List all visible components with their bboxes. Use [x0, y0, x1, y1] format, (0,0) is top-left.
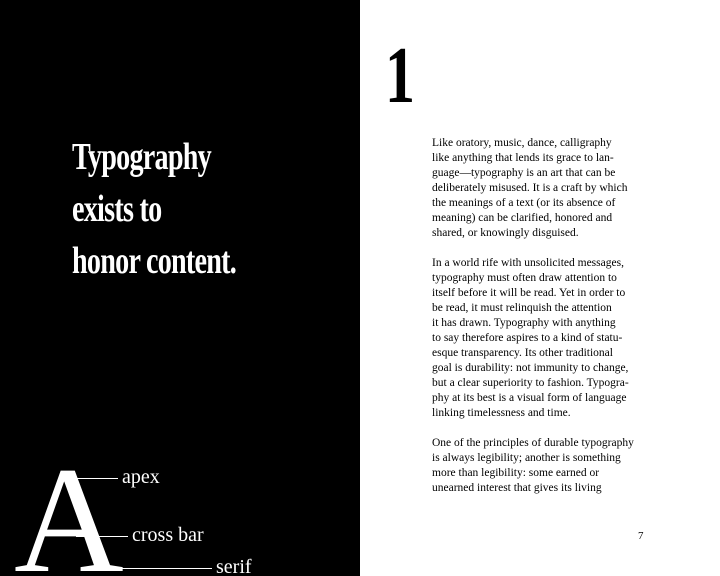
- text-line: deliberately misused. It is a craft by w…: [432, 182, 628, 194]
- text-line: like anything that lends its grace to la…: [432, 152, 614, 164]
- apex-label: apex: [122, 466, 160, 488]
- headline-line: exists to: [72, 188, 162, 230]
- text-line: In a world rife with unsolicited message…: [432, 257, 624, 269]
- text-line: the meanings of a text (or its absence o…: [432, 197, 616, 209]
- paragraph: In a world rife with unsolicited message…: [432, 256, 662, 421]
- page-number: 7: [638, 530, 644, 542]
- text-line: unearned interest that gives its living: [432, 482, 602, 494]
- paragraph: One of the principles of durable typogra…: [432, 436, 662, 496]
- text-line: esque transparency. Its other traditiona…: [432, 347, 613, 359]
- text-line: it has drawn. Typography with anything: [432, 317, 616, 329]
- text-line: be read, it must relinquish the attentio…: [432, 302, 612, 314]
- text-line: more than legibility: some earned or: [432, 467, 600, 479]
- left-page: Typography exists to honor content. A ap…: [0, 0, 360, 576]
- letter-anatomy-glyph: A: [14, 436, 124, 576]
- right-page: 1 Like oratory, music, dance, calligraph…: [360, 0, 720, 576]
- text-line: One of the principles of durable typogra…: [432, 437, 634, 449]
- cross-bar-leader-line: [76, 536, 128, 537]
- text-line: typography must often draw attention to: [432, 272, 617, 284]
- text-line: is always legibility; another is somethi…: [432, 452, 621, 464]
- text-line: shared, or knowingly disguised.: [432, 227, 579, 239]
- text-line: guage—typography is an art that can be: [432, 167, 616, 179]
- serif-leader-line: [98, 568, 212, 569]
- text-line: meaning) can be clarified, honored and: [432, 212, 613, 224]
- text-line: linking timelessness and time.: [432, 407, 571, 419]
- text-line: itself before it will be read. Yet in or…: [432, 287, 626, 299]
- chapter-number: 1: [385, 32, 415, 120]
- text-line: Like oratory, music, dance, calligraphy: [432, 137, 612, 149]
- text-line: goal is durability: not immunity to chan…: [432, 362, 629, 374]
- text-line: to say therefore aspires to a kind of st…: [432, 332, 623, 344]
- headline-line: honor content.: [72, 240, 237, 282]
- paragraph: Like oratory, music, dance, calligraphy …: [432, 136, 662, 241]
- headline-line: Typography: [72, 136, 212, 178]
- headline: Typography exists to honor content.: [72, 131, 237, 287]
- text-line: phy at its best is a visual form of lang…: [432, 392, 627, 404]
- apex-leader-line: [66, 478, 118, 479]
- body-text: Like oratory, music, dance, calligraphy …: [432, 136, 662, 511]
- serif-label: serif: [216, 556, 252, 576]
- text-line: but a clear superiority to fashion. Typo…: [432, 377, 629, 389]
- cross-bar-label: cross bar: [132, 524, 204, 546]
